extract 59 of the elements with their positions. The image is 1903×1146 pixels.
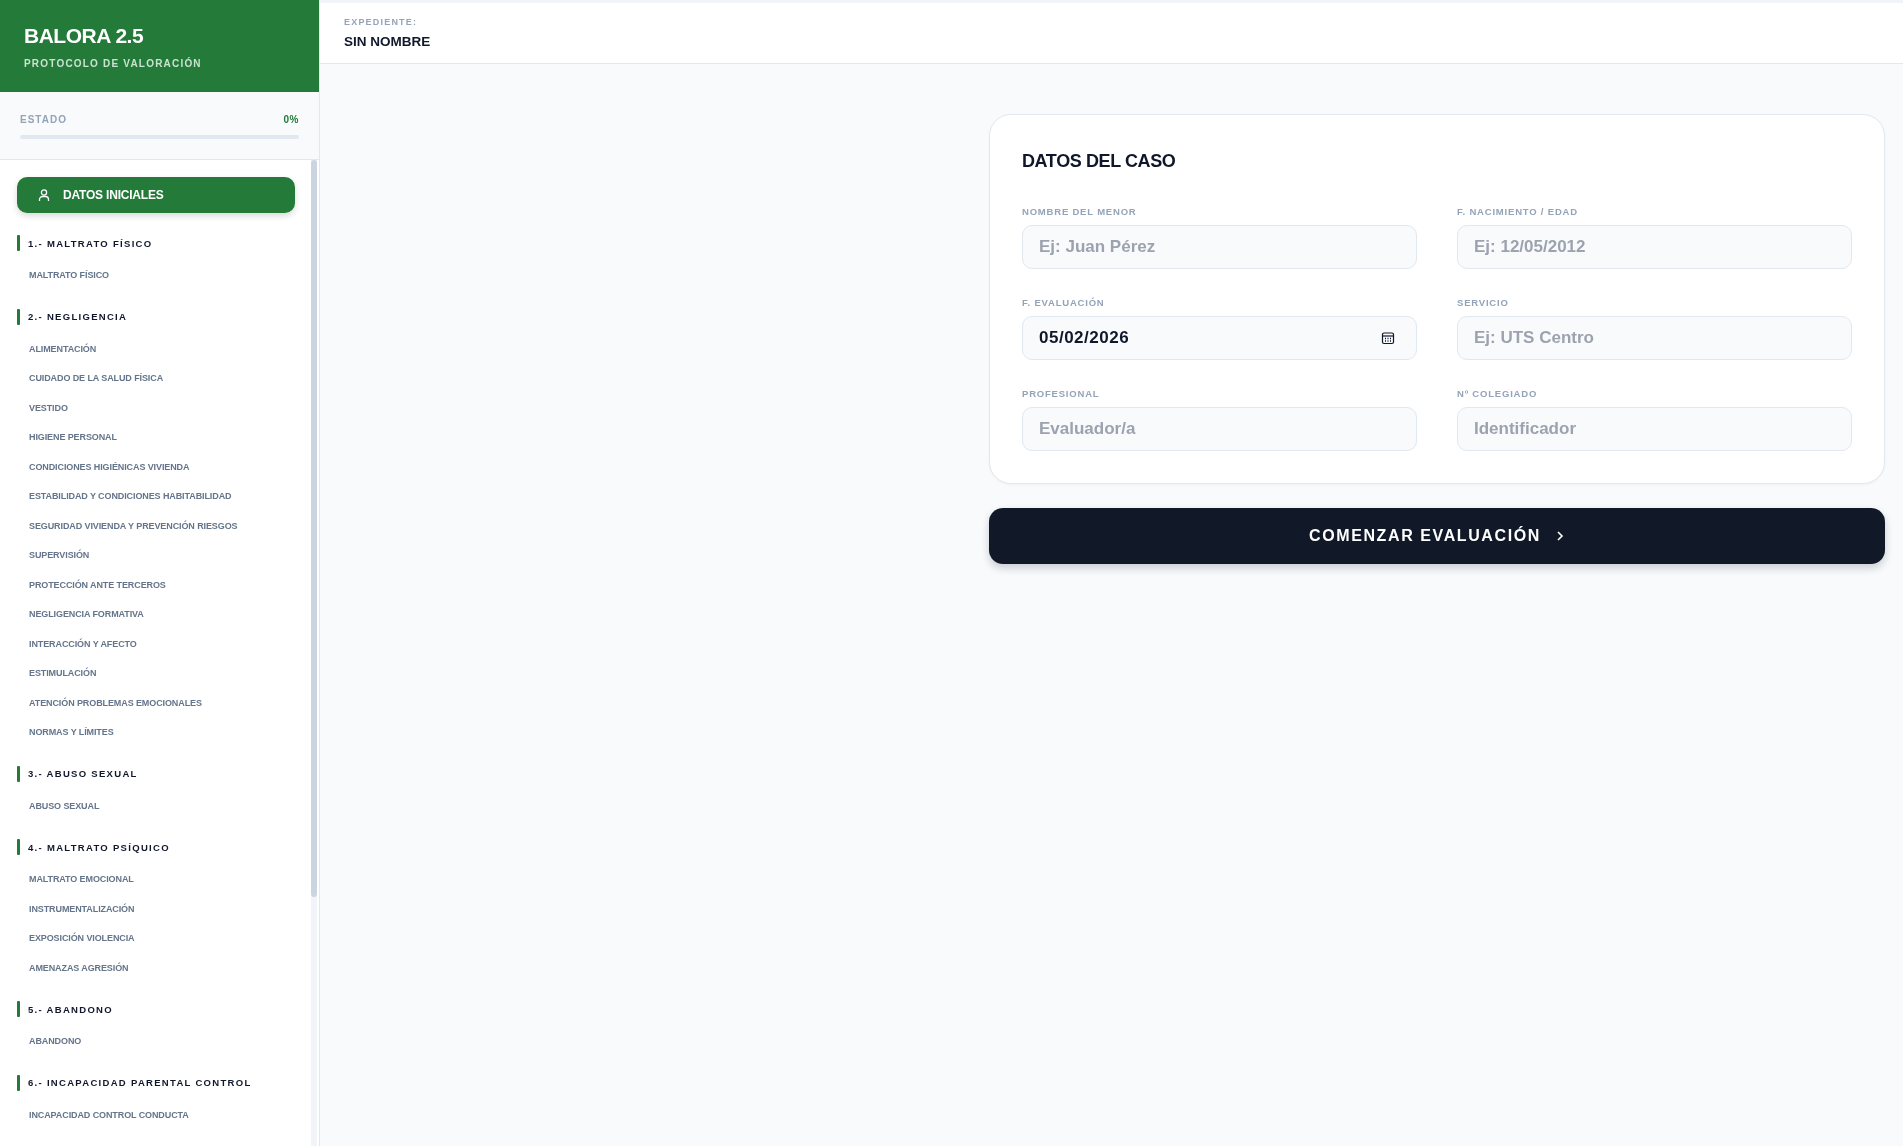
text-field[interactable]: Ej: 12/05/2012 — [1457, 225, 1852, 269]
nav-item[interactable]: SUPERVISIÓN — [17, 541, 90, 571]
app-subtitle: PROTOCOLO DE VALORACIÓN — [24, 58, 202, 69]
field-label: NOMBRE DEL MENOR — [1022, 206, 1137, 217]
text-field[interactable]: Ej: UTS Centro — [1457, 316, 1852, 360]
user-icon — [37, 188, 51, 202]
nav-item[interactable]: SEGURIDAD VIVIENDA Y PREVENCIÓN RIESGOS — [17, 511, 238, 541]
nav-item[interactable]: INSTRUMENTALIZACIÓN — [17, 894, 135, 924]
section-marker — [17, 765, 20, 782]
nav-item[interactable]: EXPOSICIÓN VIOLENCIA — [17, 924, 135, 954]
nav-item[interactable]: ABUSO SEXUAL — [17, 791, 100, 821]
nav-item[interactable]: INTERACCIÓN Y AFECTO — [17, 629, 137, 659]
app-title: BALORA 2.5 — [24, 24, 144, 48]
nav-item[interactable]: ESTIMULACIÓN — [17, 659, 97, 689]
field-label: F. NACIMIENTO / EDAD — [1457, 206, 1578, 217]
date-field[interactable]: 05/02/2026 — [1022, 316, 1417, 360]
section-heading: 5.- ABANDONO — [28, 1003, 113, 1015]
case-label: EXPEDIENTE: — [344, 17, 418, 27]
section-marker — [17, 235, 20, 251]
start-button[interactable]: COMENZAR EVALUACIÓN — [989, 508, 1885, 564]
nav-item[interactable]: ESTABILIDAD Y CONDICIONES HABITABILIDAD — [17, 482, 232, 512]
section-heading: 1.- MALTRATO FÍSICO — [28, 237, 153, 249]
section-heading: 4.- MALTRATO PSÍQUICO — [28, 841, 170, 853]
nav-item[interactable]: NEGLIGENCIA FORMATIVA — [17, 600, 144, 630]
section-marker — [17, 1074, 20, 1091]
field-label: PROFESIONAL — [1022, 388, 1100, 399]
status-label: ESTADO — [20, 114, 67, 125]
nav-item[interactable]: CONDICIONES HIGIÉNICAS VIVIENDA — [17, 452, 190, 482]
case-name: SIN NOMBRE — [344, 34, 431, 49]
nav-item[interactable]: VESTIDO — [17, 393, 68, 423]
nav-item[interactable]: CUIDADO DE LA SALUD FÍSICA — [17, 364, 164, 394]
chevron-icon — [1554, 530, 1565, 542]
nav-item[interactable]: HIGIENE PERSONAL — [17, 423, 117, 453]
nav-item[interactable]: ALIMENTACIÓN — [17, 334, 97, 364]
section-heading: 2.- NEGLIGENCIA — [28, 311, 128, 322]
progress-reading: 0% — [283, 114, 299, 125]
section-heading: 3.- ABUSO SEXUAL — [28, 768, 138, 779]
nav-item[interactable]: ATENCIÓN PROBLEMAS EMOCIONALES — [17, 688, 202, 718]
field-label: SERVICIO — [1457, 297, 1509, 308]
nav-item[interactable]: AMENAZAS AGRESIÓN — [17, 953, 129, 983]
text-field[interactable]: Identificador — [1457, 407, 1852, 451]
section-marker — [17, 308, 20, 325]
scrollbar[interactable] — [311, 160, 317, 1146]
text-field[interactable]: Ej: Juan Pérez — [1022, 225, 1417, 269]
field-label: F. EVALUACIÓN — [1022, 297, 1105, 308]
nav-item[interactable]: NORMAS Y LÍMITES — [17, 718, 114, 748]
nav-button[interactable]: DATOS INICIALES — [17, 177, 295, 213]
section-heading: 6.- INCAPACIDAD PARENTAL CONTROL — [28, 1077, 252, 1088]
nav-item[interactable]: MALTRATO FÍSICO — [17, 261, 109, 291]
nav-item[interactable]: ABANDONO — [17, 1027, 82, 1057]
calendar-icon[interactable] — [1381, 331, 1395, 345]
text-field[interactable]: Evaluador/a — [1022, 407, 1417, 451]
section-marker — [17, 839, 20, 855]
nav-item[interactable]: MALTRATO EMOCIONAL — [17, 865, 134, 895]
nav-item[interactable]: INCAPACIDAD CONTROL CONDUCTA — [17, 1100, 189, 1130]
nav-item[interactable]: PROTECCIÓN ANTE TERCEROS — [17, 570, 166, 600]
field-label: Nº COLEGIADO — [1457, 388, 1538, 399]
section-marker — [17, 1001, 20, 1017]
card-title: DATOS DEL CASO — [1022, 151, 1176, 172]
